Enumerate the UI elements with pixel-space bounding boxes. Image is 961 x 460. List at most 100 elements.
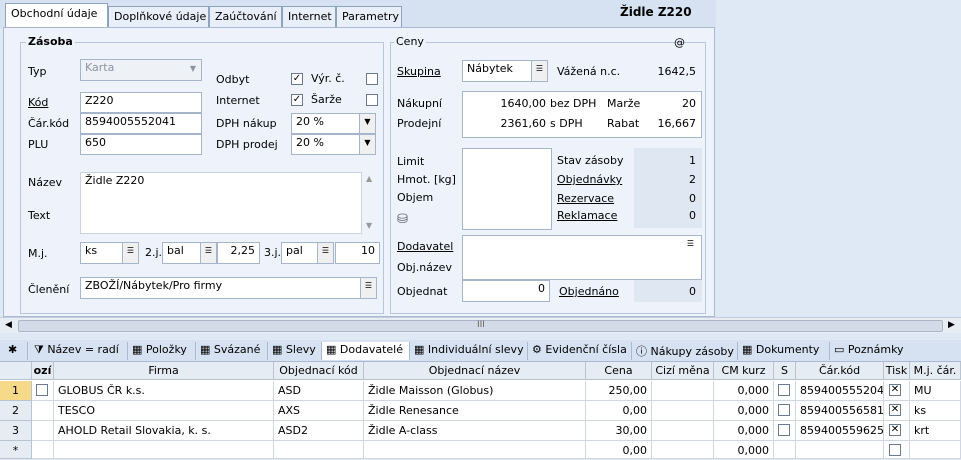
- cleneni-dropdown-button[interactable]: ☰: [360, 277, 377, 299]
- table-cell[interactable]: ASD: [274, 381, 364, 401]
- mj3-dropdown-button[interactable]: ☰: [317, 242, 334, 264]
- mj3-input[interactable]: pal: [281, 242, 321, 264]
- mj2-input[interactable]: bal: [162, 242, 202, 264]
- table-cell[interactable]: [774, 441, 796, 459]
- scroll-down-icon[interactable]: ▼: [366, 221, 372, 230]
- row-header[interactable]: 1: [0, 381, 32, 401]
- rezervace-link[interactable]: Rezervace: [557, 192, 614, 205]
- mj2-dropdown-button[interactable]: ☰: [200, 242, 217, 264]
- col-header-cm-kurz[interactable]: CM kurz: [714, 362, 774, 380]
- tab-doplnkove-udaje[interactable]: Doplňkové údaje: [108, 6, 209, 27]
- table-cell[interactable]: krt: [910, 421, 961, 441]
- table-cell[interactable]: 0,000: [714, 381, 774, 401]
- odbyt-checkbox[interactable]: ✓: [291, 73, 303, 85]
- skupina-input[interactable]: Nábytek: [462, 60, 534, 82]
- col-header-ozi[interactable]: ozí: [32, 362, 54, 380]
- tab-obchodni-udaje[interactable]: Obchodní údaje: [5, 3, 108, 28]
- table-cell[interactable]: [652, 441, 714, 459]
- vyrc-checkbox[interactable]: [366, 73, 378, 85]
- table-cell[interactable]: Židle Maisson (Globus): [364, 381, 586, 401]
- rabat-value[interactable]: 16,667: [649, 117, 697, 130]
- sarze-checkbox[interactable]: [366, 94, 378, 106]
- limit-box[interactable]: [462, 148, 552, 230]
- row-header[interactable]: 3: [0, 421, 32, 441]
- col-header-cena[interactable]: Cena: [586, 362, 652, 380]
- table-cell[interactable]: TESCO: [54, 401, 274, 421]
- coins-icon[interactable]: ⛁: [397, 212, 408, 227]
- table-cell[interactable]: [652, 381, 714, 401]
- marze-value[interactable]: 20: [654, 97, 696, 110]
- horizontal-scrollbar[interactable]: ◀ III ▶: [0, 317, 961, 333]
- dph-nakup-select[interactable]: 20 %: [291, 113, 361, 134]
- col-header-firma[interactable]: Firma: [54, 362, 274, 380]
- tisk-checkbox[interactable]: ✕: [889, 404, 901, 416]
- at-icon[interactable]: @: [674, 36, 685, 49]
- tab-nakupy-zasoby[interactable]: ⓘ Nákupy zásoby: [632, 342, 738, 360]
- table-cell[interactable]: [652, 401, 714, 421]
- scroll-up-icon[interactable]: ▲: [366, 174, 372, 183]
- dodavatel-input[interactable]: [462, 235, 702, 280]
- typ-select[interactable]: Karta ▼: [80, 59, 202, 81]
- col-header-objednaci-nazev[interactable]: Objednací název: [364, 362, 586, 380]
- table-cell[interactable]: 8594005552043: [796, 381, 884, 401]
- tab-slevy[interactable]: ▦ Slevy: [268, 342, 322, 360]
- tab-polozky[interactable]: ▦ Položky: [128, 342, 196, 360]
- table-cell[interactable]: AXS: [274, 401, 364, 421]
- col-header-tisk[interactable]: Tisk: [884, 362, 910, 380]
- scroll-right-icon[interactable]: ▶: [948, 320, 955, 330]
- table-cell[interactable]: 0,000: [714, 401, 774, 421]
- col-header-s[interactable]: S: [774, 362, 796, 380]
- table-cell[interactable]: AHOLD Retail Slovakia, k. s.: [54, 421, 274, 441]
- cleneni-input[interactable]: ZBOŽÍ/Nábytek/Pro firmy: [80, 277, 362, 299]
- tab-internet[interactable]: Internet: [282, 6, 336, 27]
- tab-nazev-radi[interactable]: ⧩ Název = radí: [30, 342, 128, 360]
- table-cell[interactable]: MU: [910, 381, 961, 401]
- table-cell[interactable]: 0,000: [714, 421, 774, 441]
- table-cell[interactable]: 8594005565814: [796, 401, 884, 421]
- mj3-qty-input[interactable]: 10: [335, 242, 380, 264]
- tab-svazane[interactable]: ▦ Svázané: [196, 342, 268, 360]
- tab-individualni-slevy[interactable]: ▦ Individuální slevy: [410, 342, 528, 360]
- mj-input[interactable]: ks: [80, 242, 126, 264]
- s-checkbox[interactable]: [778, 404, 790, 416]
- table-cell[interactable]: [910, 441, 961, 459]
- table-cell[interactable]: [32, 401, 54, 421]
- table-cell[interactable]: [796, 441, 884, 459]
- table-cell[interactable]: [774, 401, 796, 421]
- table-cell[interactable]: [884, 441, 910, 459]
- table-cell[interactable]: [32, 421, 54, 441]
- table-cell[interactable]: [54, 441, 274, 459]
- row-checkbox[interactable]: [36, 384, 48, 396]
- table-cell[interactable]: [652, 421, 714, 441]
- tab-evidencni-cisla[interactable]: ⚙ Evidenční čísla: [528, 342, 632, 360]
- table-cell[interactable]: ks: [910, 401, 961, 421]
- scroll-left-icon[interactable]: ◀: [5, 320, 12, 330]
- tab-parametry[interactable]: Parametry: [336, 6, 402, 27]
- tab-dodavatele[interactable]: ▦ Dodavatelé: [322, 342, 410, 360]
- table-cell[interactable]: ✕: [884, 381, 910, 401]
- objednano-link[interactable]: Objednáno: [559, 285, 619, 298]
- table-cell[interactable]: GLOBUS ČR k.s.: [54, 381, 274, 401]
- table-cell[interactable]: Židle A-class: [364, 421, 586, 441]
- table-cell[interactable]: [32, 441, 54, 459]
- table-cell[interactable]: ✕: [884, 401, 910, 421]
- objednavky-link[interactable]: Objednávky: [557, 173, 622, 186]
- table-cell[interactable]: 0,000: [714, 441, 774, 459]
- dph-prodej-select[interactable]: 20 %: [291, 134, 361, 155]
- tab-zauctovani[interactable]: Zaúčtování: [209, 6, 282, 27]
- s-checkbox[interactable]: [778, 424, 790, 436]
- mj-dropdown-button[interactable]: ☰: [122, 242, 139, 264]
- tisk-checkbox[interactable]: [889, 444, 901, 456]
- col-header-objednaci-kod[interactable]: Objednací kód: [274, 362, 364, 380]
- nakupni-value[interactable]: 1640,00: [484, 97, 547, 110]
- table-cell[interactable]: ✕: [884, 421, 910, 441]
- dph-nakup-dropdown-button[interactable]: ▼: [359, 113, 376, 134]
- tab-poznamky[interactable]: ▭ Poznámky: [830, 342, 914, 360]
- table-cell[interactable]: 250,00: [586, 381, 652, 401]
- table-cell[interactable]: [32, 381, 54, 401]
- table-cell[interactable]: [364, 441, 586, 459]
- skupina-dropdown-button[interactable]: ☰: [531, 60, 548, 82]
- table-cell[interactable]: 30,00: [586, 421, 652, 441]
- table-cell[interactable]: ASD2: [274, 421, 364, 441]
- dodavatel-dropdown-button[interactable]: ☰: [682, 236, 699, 254]
